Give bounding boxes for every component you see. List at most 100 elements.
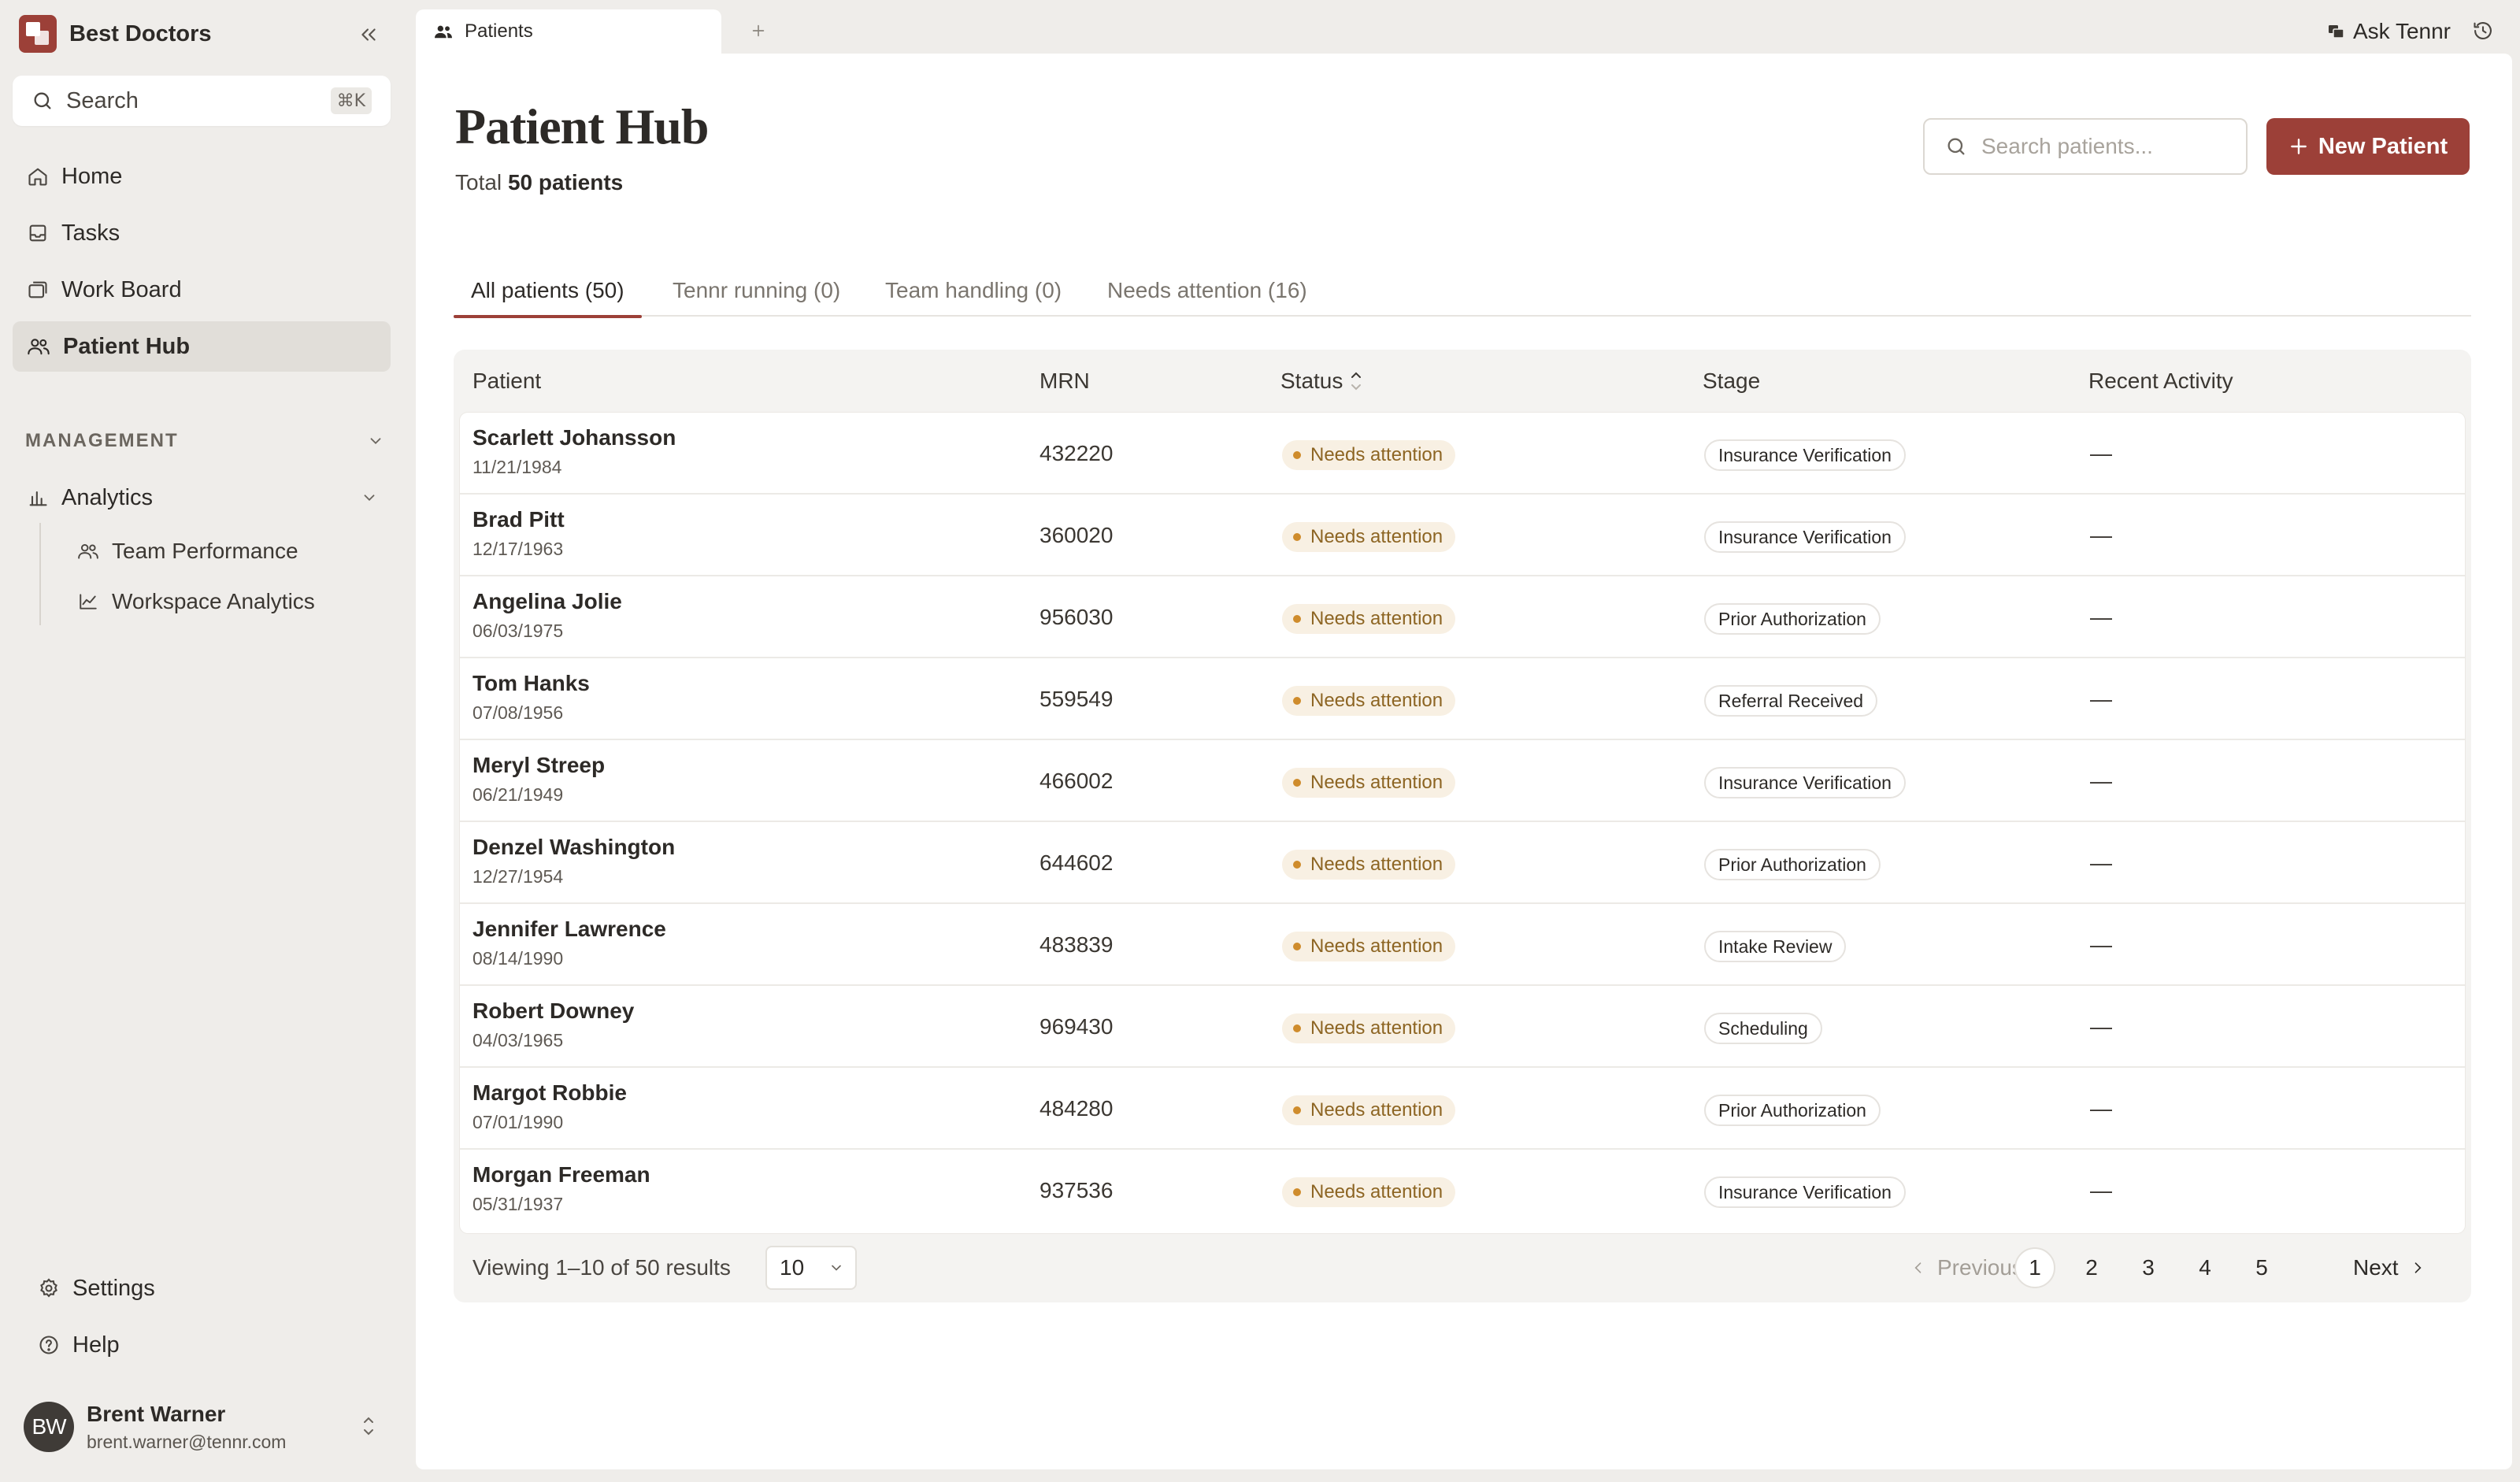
status-badge: Needs attention — [1282, 440, 1456, 470]
patient-mrn: 483839 — [1040, 932, 1114, 957]
patient-name[interactable]: Denzel Washington — [472, 835, 675, 860]
users-icon — [433, 23, 454, 40]
home-icon — [27, 165, 49, 187]
patient-name[interactable]: Tom Hanks — [472, 671, 590, 696]
chevron-left-icon — [1910, 1259, 1926, 1276]
next-page-button[interactable]: Next — [2353, 1233, 2426, 1302]
table-row[interactable]: Margot Robbie 07/01/1990 484280 Needs atten… — [460, 1068, 2465, 1150]
tab-label: Patients — [465, 20, 533, 42]
sidebar-item-help[interactable]: Help — [13, 1320, 391, 1370]
chevron-right-icon — [2410, 1259, 2426, 1276]
page-button-4[interactable]: 4 — [2185, 1247, 2225, 1288]
table-row[interactable]: Brad Pitt 12/17/1963 360020 Needs attention… — [460, 495, 2465, 576]
stage-badge: Insurance Verification — [1704, 767, 1906, 798]
sidebar-item-work-board[interactable]: Work Board — [13, 265, 391, 315]
new-patient-button[interactable]: New Patient — [2266, 118, 2470, 175]
recent-activity: — — [2090, 1096, 2112, 1121]
sidebar-item-analytics[interactable]: Analytics — [13, 472, 391, 523]
team-icon — [77, 541, 99, 561]
column-header-mrn[interactable]: MRN — [1040, 350, 1090, 413]
user-name: Brent Warner — [87, 1401, 226, 1426]
page-size-select[interactable]: 10 — [765, 1246, 857, 1290]
patient-name[interactable]: Meryl Streep — [472, 753, 605, 778]
tab-team-handling[interactable]: Team handling (0) — [885, 265, 1062, 317]
status-badge: Needs attention — [1282, 932, 1456, 961]
column-header-stage[interactable]: Stage — [1703, 350, 1760, 413]
patient-dob: 05/31/1937 — [472, 1194, 564, 1214]
sidebar-item-workspace-analytics[interactable]: Workspace Analytics — [63, 580, 378, 624]
patient-dob: 06/21/1949 — [472, 784, 564, 805]
sidebar-search[interactable]: Search ⌘K — [13, 76, 391, 126]
shortcut-badge: ⌘K — [330, 87, 372, 114]
status-label: Needs attention — [1310, 936, 1443, 957]
previous-page-button[interactable]: Previous — [1910, 1233, 2023, 1302]
total-value: 50 patients — [507, 170, 624, 195]
tab-tennr-running[interactable]: Tennr running (0) — [673, 265, 840, 317]
ask-tennr-button[interactable]: Ask Tennr — [2326, 16, 2451, 47]
sidebar-item-tasks[interactable]: Tasks — [13, 208, 391, 258]
table-row[interactable]: Meryl Streep 06/21/1949 466002 Needs attent… — [460, 740, 2465, 822]
stage-badge: Prior Authorization — [1704, 849, 1881, 880]
sidebar-item-settings[interactable]: Settings — [13, 1263, 391, 1313]
table-row[interactable]: Denzel Washington 12/27/1954 644602 Needs a… — [460, 822, 2465, 904]
patient-mrn: 360020 — [1040, 523, 1114, 547]
management-section-toggle[interactable]: MANAGEMENT — [25, 425, 384, 457]
patient-name[interactable]: Angelina Jolie — [472, 589, 622, 614]
patient-search-input[interactable]: Search patients... — [1923, 118, 2248, 175]
patient-name[interactable]: Jennifer Lawrence — [472, 917, 666, 942]
org-logo-icon — [19, 15, 57, 53]
column-header-recent-activity[interactable]: Recent Activity — [2088, 350, 2233, 413]
column-header-status[interactable]: Status — [1280, 350, 1363, 413]
main-panel: Patient Hub Total 50 patients Search pat… — [416, 54, 2512, 1469]
status-label: Needs attention — [1310, 526, 1443, 547]
recent-activity: — — [2090, 769, 2112, 793]
recent-activity: — — [2090, 850, 2112, 875]
tab-all-patients[interactable]: All patients (50) — [454, 265, 642, 318]
patient-name[interactable]: Robert Downey — [472, 998, 634, 1024]
patient-name[interactable]: Scarlett Johansson — [472, 425, 676, 450]
collapse-sidebar-icon[interactable] — [354, 20, 383, 49]
patient-name[interactable]: Morgan Freeman — [472, 1162, 650, 1187]
inbox-icon — [27, 222, 49, 244]
sidebar: Best Doctors Search ⌘K Home Tasks Work B… — [0, 0, 403, 1482]
page-button-3[interactable]: 3 — [2128, 1247, 2169, 1288]
patient-mrn: 484280 — [1040, 1096, 1114, 1121]
filter-tabs: All patients (50) Tennr running (0) Team… — [454, 265, 2471, 318]
sidebar-item-home[interactable]: Home — [13, 151, 391, 202]
patient-name[interactable]: Margot Robbie — [472, 1080, 627, 1106]
patient-dob: 12/27/1954 — [472, 866, 564, 887]
search-placeholder: Search patients... — [1981, 134, 2153, 158]
users-icon — [27, 335, 50, 358]
status-label: Needs attention — [1310, 444, 1443, 465]
sidebar-item-label: Home — [61, 163, 123, 189]
patient-dob: 12/17/1963 — [472, 539, 564, 559]
user-menu[interactable]: BW Brent Warner brent.warner@tennr.com — [24, 1397, 386, 1457]
table-row[interactable]: Tom Hanks 07/08/1956 559549 Needs attention… — [460, 658, 2465, 740]
patient-name[interactable]: Brad Pitt — [472, 507, 565, 532]
page-button-1[interactable]: 1 — [2014, 1247, 2055, 1288]
column-header-patient[interactable]: Patient — [472, 350, 541, 413]
table-row[interactable]: Robert Downey 04/03/1965 969430 Needs atten… — [460, 986, 2465, 1068]
patient-mrn: 559549 — [1040, 687, 1114, 711]
history-icon[interactable] — [2470, 17, 2496, 44]
org-name: Best Doctors — [69, 20, 212, 46]
page-button-5[interactable]: 5 — [2241, 1247, 2282, 1288]
stage-badge: Insurance Verification — [1704, 439, 1906, 471]
sidebar-item-label: Team Performance — [112, 539, 298, 563]
plus-icon — [2288, 136, 2309, 157]
sidebar-item-label: Tasks — [61, 220, 120, 246]
status-badge: Needs attention — [1282, 522, 1456, 552]
table-row[interactable]: Morgan Freeman 05/31/1937 937536 Needs atte… — [460, 1150, 2465, 1232]
tab-needs-attention[interactable]: Needs attention (16) — [1107, 265, 1307, 317]
org-switcher[interactable]: Best Doctors — [19, 14, 387, 54]
new-tab-plus-icon[interactable] — [747, 19, 770, 43]
table-row[interactable]: Angelina Jolie 06/03/1975 956030 Needs atte… — [460, 576, 2465, 658]
page-button-2[interactable]: 2 — [2071, 1247, 2112, 1288]
table-row[interactable]: Jennifer Lawrence 08/14/1990 483839 Needs a… — [460, 904, 2465, 986]
status-label: Needs attention — [1310, 1099, 1443, 1121]
sidebar-item-patient-hub[interactable]: Patient Hub — [13, 321, 391, 372]
sidebar-item-team-performance[interactable]: Team Performance — [63, 529, 378, 573]
table-body: Scarlett Johansson 11/21/1984 432220 Needs … — [460, 413, 2465, 1233]
table-row[interactable]: Scarlett Johansson 11/21/1984 432220 Needs … — [460, 413, 2465, 495]
tab-patients[interactable]: Patients — [416, 9, 721, 54]
